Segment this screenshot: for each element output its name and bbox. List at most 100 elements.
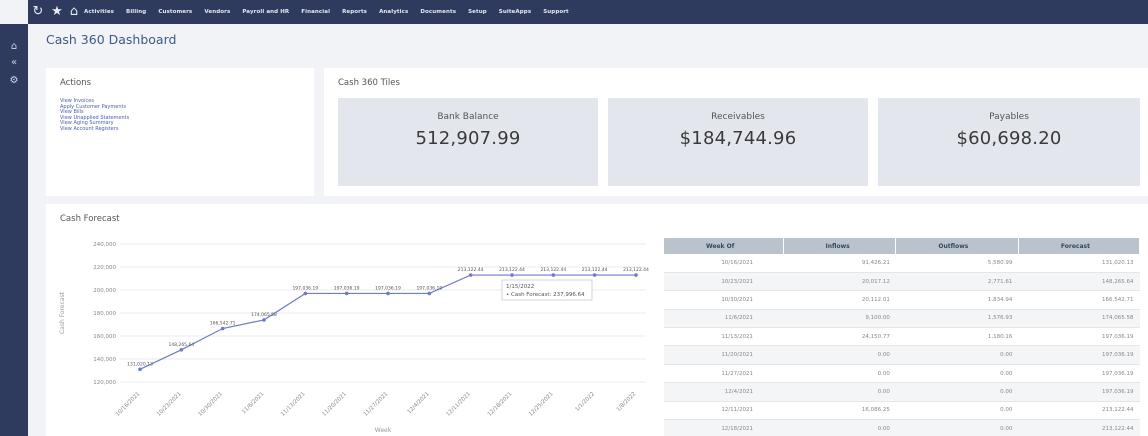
table-row: 12/4/2021 0.00 0.00 197,036.19: [664, 382, 1140, 402]
table-cell: 16,086.25: [783, 401, 896, 421]
x-tick-label: 12/25/2021: [528, 391, 555, 418]
nav-menu-item[interactable]: Payroll and HR: [242, 9, 289, 15]
table-header-cell[interactable]: Inflows: [783, 238, 897, 254]
table-cell: 1,834.94: [895, 290, 1019, 310]
table-row: 10/16/2021 91,426.21 5,580.99 131,020.13: [664, 254, 1140, 273]
nav-menu-item[interactable]: Setup: [468, 9, 487, 15]
tooltip-date: 1/15/2022: [506, 284, 534, 290]
rail-home-icon[interactable]: ⌂: [6, 40, 22, 54]
tile-label: Receivables: [711, 112, 765, 122]
y-tick-label: 200,000: [93, 288, 116, 294]
y-axis-title: Cash Forecast: [59, 291, 66, 334]
table-header-cell[interactable]: Week Of: [664, 238, 784, 254]
table-cell: 2,771.61: [895, 272, 1019, 292]
receivables-tile[interactable]: Receivables $184,744.96: [608, 98, 868, 186]
actions-list: View Invoices Apply Customer Payments Vi…: [60, 98, 129, 133]
data-point: [468, 273, 473, 277]
data-label: 197,036.19: [416, 285, 442, 291]
data-point: [262, 318, 266, 322]
table-cell: 0.00: [895, 345, 1019, 365]
table-header-row: Week Of Inflows Outflows Forecast: [664, 238, 1141, 254]
payables-tile[interactable]: Payables $60,698.20: [878, 98, 1140, 186]
data-point: [551, 273, 556, 277]
rail-collapse-icon[interactable]: «: [6, 56, 22, 70]
data-point: [592, 273, 597, 277]
data-label: 213,122.44: [540, 267, 566, 273]
tile-value: $184,744.96: [679, 128, 797, 149]
data-point: [427, 291, 432, 296]
data-point: [386, 291, 390, 296]
tiles-title: Cash 360 Tiles: [338, 78, 400, 88]
left-rail: ⌂ « ⚙: [0, 24, 28, 436]
x-tick-label: 12/18/2021: [487, 391, 514, 418]
table-cell: 12/4/2021: [664, 382, 784, 402]
table-cell: 91,426.21: [783, 254, 896, 273]
tile-value: 512,907.99: [415, 128, 521, 149]
table-cell: 148,265.64: [1018, 272, 1140, 292]
home-icon[interactable]: ⌂: [66, 4, 82, 20]
table-cell: 1,576.93: [895, 309, 1019, 329]
action-link[interactable]: View Account Registers: [60, 126, 129, 133]
refresh-icon[interactable]: ↻: [30, 4, 46, 20]
x-tick-label: 1/1/2022: [574, 391, 596, 413]
data-label: 213,122.44: [499, 267, 525, 273]
cash-forecast-chart: 240,000 220,000 200,000 180,000 160,000 140,0…: [59, 242, 649, 434]
nav-menu-item[interactable]: Vendors: [204, 9, 230, 15]
star-icon[interactable]: ★: [49, 4, 65, 20]
nav-menu-item[interactable]: Analytics: [379, 9, 408, 15]
table-cell: 174,065.58: [1018, 309, 1140, 329]
table-cell: 11/20/2021: [664, 345, 784, 365]
data-label: 213,122.44: [458, 267, 484, 273]
table-cell: 12/18/2021: [664, 419, 784, 436]
top-nav-bar: ↻ ★ ⌂ Activities Billing Customers Vendors P…: [0, 0, 1148, 24]
data-point: [138, 367, 142, 372]
data-point: [179, 348, 184, 352]
table-cell: 10/30/2021: [664, 290, 784, 310]
table-cell: 1,180.16: [895, 327, 1019, 347]
tile-value: $60,698.20: [956, 128, 1062, 149]
table-cell: 197,036.19: [1018, 364, 1140, 384]
x-tick-label: 11/20/2021: [321, 391, 348, 418]
x-tick-label: 11/6/2021: [241, 391, 265, 415]
table-header-cell[interactable]: Outflows: [895, 238, 1019, 254]
table-cell: 10/16/2021: [664, 254, 784, 273]
table-cell: 197,036.19: [1018, 382, 1140, 402]
actions-title: Actions: [60, 78, 92, 88]
table-cell: 10/23/2021: [664, 272, 784, 292]
bank-balance-tile[interactable]: Bank Balance 512,907.99: [338, 98, 598, 186]
nav-menu-item[interactable]: Reports: [342, 9, 367, 15]
nav-menu-item[interactable]: Activities: [84, 9, 114, 15]
table-row: 11/27/2021 0.00 0.00 197,036.19: [664, 364, 1140, 384]
table-cell: 0.00: [783, 419, 896, 436]
table-cell: 0.00: [895, 364, 1019, 384]
table-cell: 197,036.19: [1018, 327, 1140, 347]
table-cell: 0.00: [783, 364, 896, 384]
data-label: 213,122.44: [623, 267, 649, 273]
table-row: 11/6/2021 9,100.00 1,576.93 174,065.58: [664, 309, 1140, 329]
data-label: 213,122.44: [582, 267, 608, 273]
nav-menu-item[interactable]: Financial: [301, 9, 330, 15]
data-point: [220, 326, 225, 331]
table-header-cell[interactable]: Forecast: [1018, 238, 1141, 254]
table-cell: 166,542.71: [1018, 290, 1140, 310]
y-tick-label: 180,000: [93, 311, 116, 317]
nav-menu-item[interactable]: Billing: [126, 9, 146, 15]
nav-menu-item[interactable]: Customers: [158, 9, 192, 15]
data-point: [634, 273, 638, 277]
nav-menu-item[interactable]: Documents: [420, 9, 456, 15]
forecast-title: Cash Forecast: [60, 214, 120, 224]
data-label: 148,265.64: [168, 342, 194, 348]
x-tick-label: 11/13/2021: [280, 391, 307, 418]
main-menu: Activities Billing Customers Vendors Payroll…: [84, 0, 569, 24]
x-tick-label: 11/27/2021: [363, 391, 390, 418]
table-cell: 0.00: [783, 345, 896, 365]
data-point: [344, 291, 349, 296]
nav-menu-item[interactable]: Support: [543, 9, 569, 15]
table-row: 10/30/2021 20,112.01 1,834.94 166,542.71: [664, 290, 1140, 310]
table-cell: 20,017.12: [783, 272, 896, 292]
x-tick-label: 10/16/2021: [115, 391, 142, 418]
rail-settings-icon[interactable]: ⚙: [6, 74, 22, 88]
nav-menu-item[interactable]: SuiteApps: [499, 9, 531, 15]
top-left-corner: [0, 0, 28, 24]
table-cell: 12/11/2021: [664, 401, 784, 421]
